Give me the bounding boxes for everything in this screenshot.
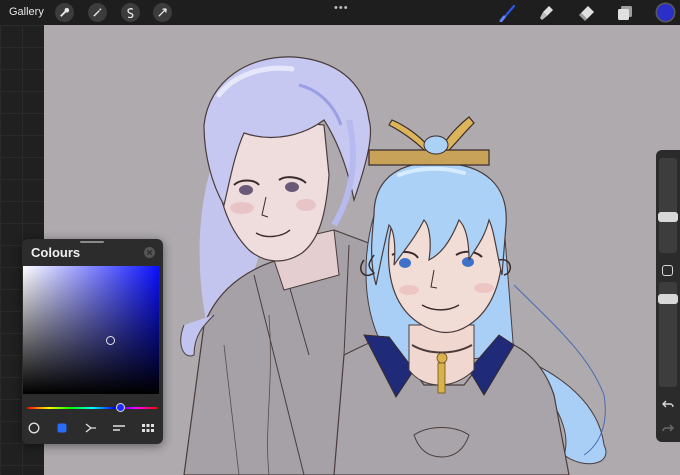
selection-icon[interactable]	[121, 3, 140, 22]
hue-slider-thumb[interactable]	[117, 404, 124, 411]
hue-slider[interactable]	[27, 407, 158, 409]
transform-icon[interactable]	[153, 3, 172, 22]
more-options-button[interactable]: •••	[334, 2, 349, 14]
colours-panel: Colours	[22, 239, 163, 444]
gallery-button[interactable]: Gallery	[9, 6, 44, 18]
classic-icon[interactable]	[54, 420, 70, 436]
brush-icon[interactable]	[497, 2, 519, 24]
panel-title: Colours	[31, 245, 81, 260]
active-color-swatch[interactable]	[657, 4, 674, 21]
undo-icon[interactable]	[660, 396, 676, 412]
opacity-thumb[interactable]	[658, 294, 678, 304]
close-icon[interactable]	[144, 247, 155, 258]
brush-size-thumb[interactable]	[658, 212, 678, 222]
sidebar	[656, 150, 680, 442]
magic-wand-icon[interactable]	[88, 3, 107, 22]
opacity-slider[interactable]	[658, 282, 678, 387]
eraser-icon[interactable]	[576, 2, 598, 24]
top-toolbar: Gallery •••	[0, 0, 680, 25]
saturation-brightness-picker[interactable]	[23, 266, 159, 394]
color-picker-cursor[interactable]	[106, 336, 115, 345]
redo-icon[interactable]	[660, 420, 676, 436]
harmony-icon[interactable]	[83, 420, 99, 436]
palettes-icon[interactable]	[140, 420, 156, 436]
disc-icon[interactable]	[26, 420, 42, 436]
value-icon[interactable]	[111, 420, 127, 436]
layers-icon[interactable]	[614, 2, 636, 24]
smudge-icon[interactable]	[536, 2, 558, 24]
brush-size-slider[interactable]	[658, 158, 678, 253]
modify-button[interactable]	[662, 265, 673, 276]
panel-drag-handle[interactable]	[80, 241, 104, 243]
wrench-icon[interactable]	[55, 3, 74, 22]
